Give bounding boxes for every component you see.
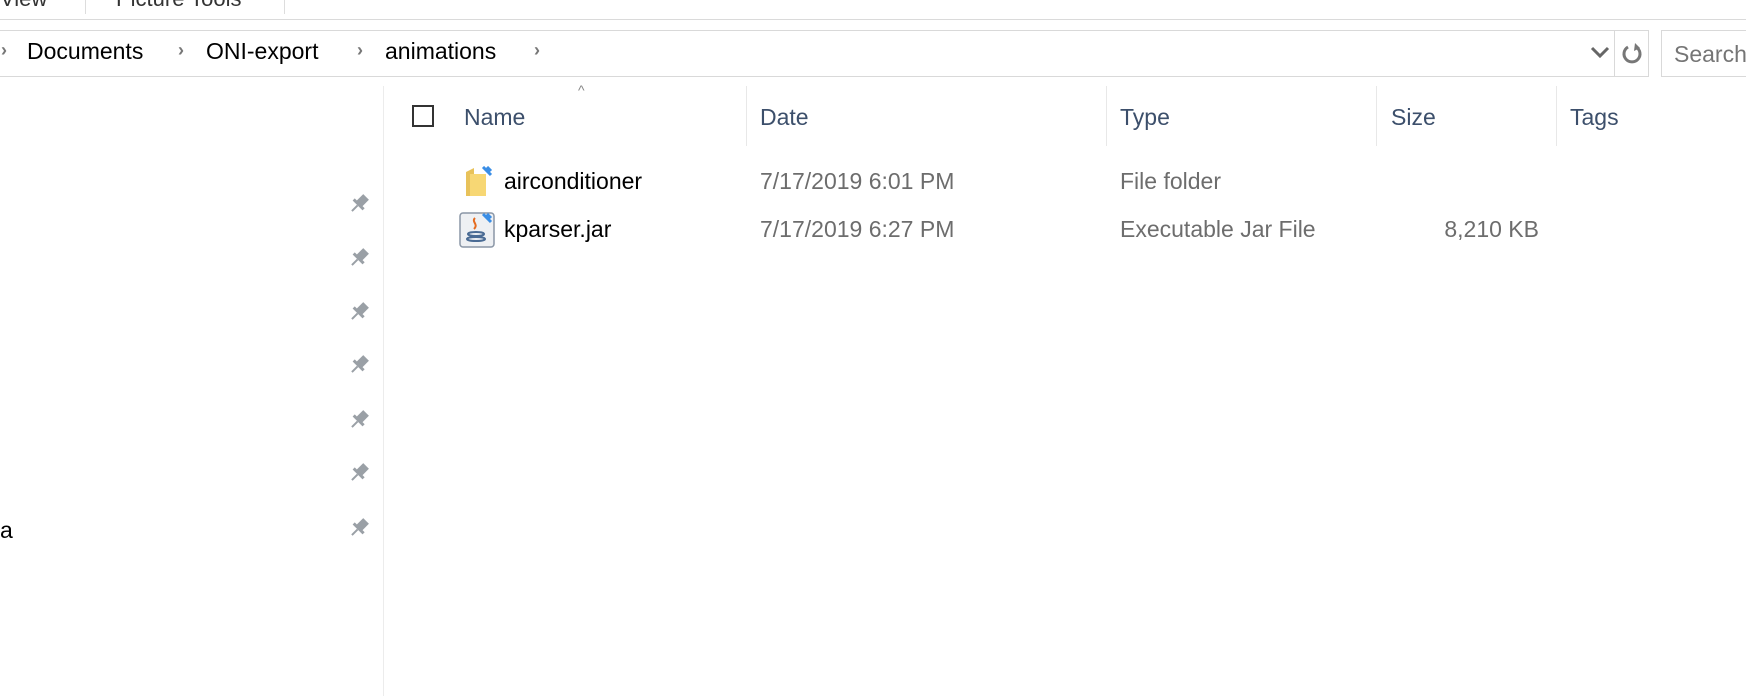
column-header-tags[interactable]: Tags	[1570, 104, 1619, 131]
pin-icon[interactable]	[348, 409, 370, 431]
chevron-down-icon[interactable]	[1590, 45, 1610, 59]
file-row-airconditioner[interactable]: airconditioner 7/17/2019 6:01 PM File fo…	[440, 160, 1640, 204]
pin-icon[interactable]	[348, 517, 370, 539]
file-row-kparser-jar[interactable]: kparser.jar 7/17/2019 6:27 PM Executable…	[440, 208, 1640, 252]
file-date: 7/17/2019 6:27 PM	[760, 216, 955, 242]
file-size: 8,210 KB	[1444, 216, 1539, 242]
file-name[interactable]: airconditioner	[504, 168, 642, 195]
file-date: 7/17/2019 6:01 PM	[760, 168, 955, 194]
column-divider[interactable]	[1556, 86, 1557, 146]
breadcrumb-oni-export[interactable]: ONI-export	[206, 38, 318, 65]
pin-icon[interactable]	[348, 247, 370, 269]
breadcrumb-animations[interactable]: animations	[385, 38, 496, 65]
sort-ascending-icon: ^	[578, 82, 585, 98]
column-header-date[interactable]: Date	[760, 104, 809, 131]
nav-item-partial-label[interactable]: a	[0, 517, 13, 544]
breadcrumb-chevron-icon[interactable]: ›	[357, 40, 363, 61]
pin-icon[interactable]	[348, 462, 370, 484]
column-divider[interactable]	[746, 86, 747, 146]
ribbon-divider	[284, 0, 285, 14]
column-header-type[interactable]: Type	[1120, 104, 1170, 131]
breadcrumb-chevron-icon[interactable]: ›	[1, 40, 7, 61]
breadcrumb-documents[interactable]: Documents	[27, 38, 143, 65]
ribbon-bottom-border	[0, 19, 1746, 20]
folder-icon	[466, 166, 493, 196]
pin-icon[interactable]	[348, 301, 370, 323]
ribbon-divider	[85, 0, 86, 14]
search-input[interactable]	[1674, 41, 1746, 68]
breadcrumb-chevron-icon[interactable]: ›	[534, 40, 540, 61]
file-name[interactable]: kparser.jar	[504, 216, 611, 243]
column-header-name[interactable]: Name	[464, 104, 525, 131]
file-type: Executable Jar File	[1120, 216, 1316, 242]
pin-icon[interactable]	[348, 354, 370, 376]
column-divider[interactable]	[1376, 86, 1377, 146]
refresh-icon	[1622, 43, 1642, 64]
java-jar-icon	[459, 212, 495, 248]
ribbon-tab-view[interactable]: View	[0, 0, 47, 12]
refresh-button[interactable]	[1614, 30, 1649, 77]
nav-pane-splitter[interactable]	[383, 86, 384, 696]
column-header-size[interactable]: Size	[1391, 104, 1436, 131]
breadcrumb-chevron-icon[interactable]: ›	[178, 40, 184, 61]
ribbon-tab-picture-tools[interactable]: Picture Tools	[116, 0, 242, 12]
select-all-checkbox[interactable]	[412, 105, 434, 127]
pin-icon[interactable]	[348, 193, 370, 215]
column-divider[interactable]	[1106, 86, 1107, 146]
file-type: File folder	[1120, 168, 1221, 194]
search-box[interactable]	[1661, 30, 1746, 77]
